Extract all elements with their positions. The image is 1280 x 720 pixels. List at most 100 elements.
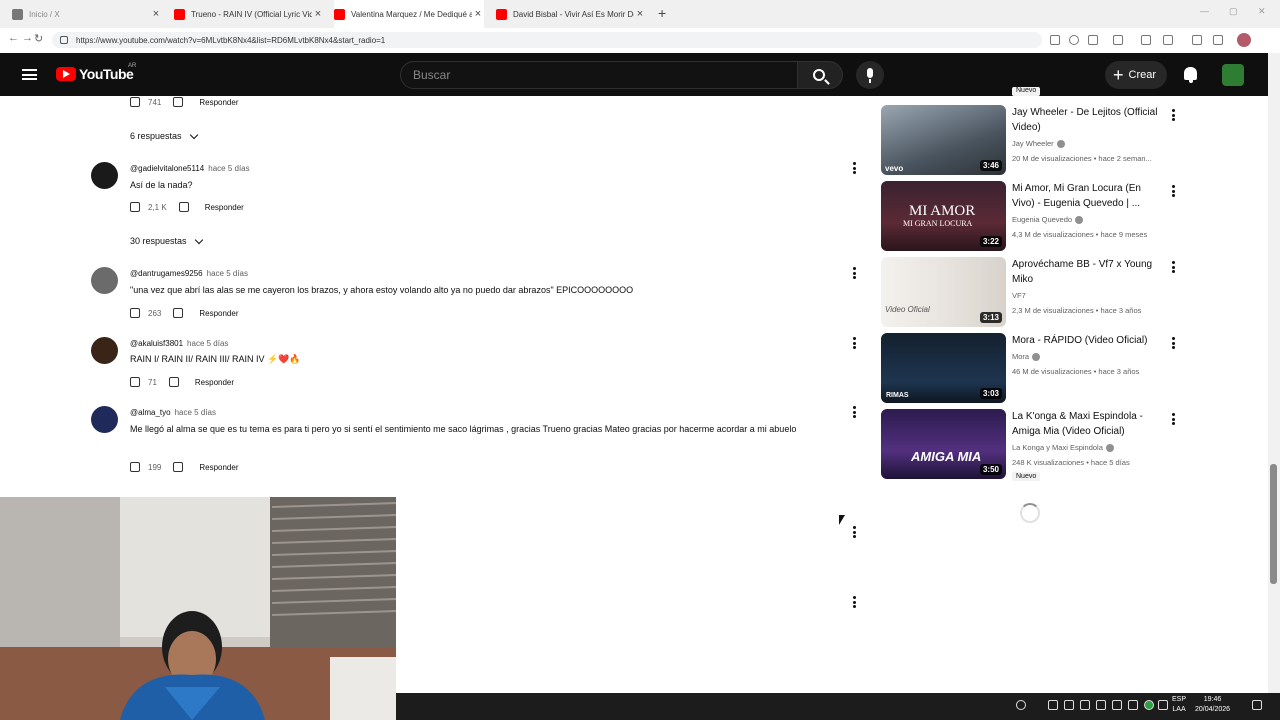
language-indicator[interactable]: ESP LAA <box>1172 695 1186 715</box>
network-icon[interactable] <box>1080 700 1090 710</box>
video-thumbnail[interactable]: RIMAS 3:03 <box>881 333 1006 403</box>
scrollbar-thumb[interactable] <box>1270 464 1277 584</box>
reload-icon[interactable]: ↻ <box>34 32 43 45</box>
channel-name[interactable]: Mora <box>1012 352 1029 361</box>
close-icon[interactable]: × <box>634 8 646 20</box>
site-info-icon[interactable] <box>60 36 68 44</box>
comment-author[interactable]: @gadielvitalone5114 <box>130 164 204 173</box>
close-icon[interactable]: × <box>312 8 324 20</box>
search-button[interactable] <box>797 61 843 89</box>
reply-button[interactable]: Responder <box>195 378 234 387</box>
dislike-icon[interactable] <box>168 377 179 387</box>
dislike-icon[interactable] <box>173 462 184 472</box>
like-icon[interactable] <box>130 97 140 107</box>
recommendation-item[interactable]: RIMAS 3:03 Mora - RÁPIDO (Video Oficial)… <box>881 333 1181 403</box>
like-icon[interactable] <box>130 462 140 472</box>
maximize-icon[interactable]: ▢ <box>1229 6 1238 17</box>
mic-tray-icon[interactable] <box>1112 700 1122 710</box>
video-title[interactable]: Mi Amor, Mi Gran Locura (En Vivo) - Euge… <box>1012 181 1160 211</box>
like-icon[interactable] <box>130 202 140 212</box>
video-title[interactable]: La K'onga & Maxi Espindola - Amiga Mia (… <box>1012 409 1160 439</box>
youtube-logo-text[interactable]: YouTube <box>79 66 134 82</box>
comment-author[interactable]: @akaluisf3801 <box>130 339 183 348</box>
tab-valentina[interactable]: Valentina Marquez / Me Dediqué a × <box>334 0 484 28</box>
menu-icon[interactable] <box>22 69 37 80</box>
recommendation-item[interactable]: AMIGA MIA 3:50 La K'onga & Maxi Espindol… <box>881 409 1181 481</box>
comment-menu-icon[interactable] <box>853 406 856 418</box>
video-thumbnail[interactable]: vevo 3:46 <box>881 105 1006 175</box>
avatar[interactable] <box>91 337 118 364</box>
video-menu-icon[interactable] <box>1172 261 1175 273</box>
refresh-extension-icon[interactable] <box>1113 35 1123 45</box>
video-title[interactable]: Mora - RÁPIDO (Video Oficial) <box>1012 333 1160 348</box>
window-close-icon[interactable]: ✕ <box>1258 6 1266 17</box>
volume-icon[interactable] <box>1064 700 1074 710</box>
create-button[interactable]: + Crear <box>1105 61 1167 89</box>
tab-trueno[interactable]: Trueno - RAIN IV (Official Lyric Vid × <box>174 0 324 28</box>
comment-menu-icon[interactable] <box>853 162 856 174</box>
tray-app-icon[interactable] <box>1016 700 1026 710</box>
page-scrollbar[interactable] <box>1268 53 1280 693</box>
bookmark-star-icon[interactable] <box>1088 35 1098 45</box>
comment-menu-icon[interactable] <box>853 596 856 608</box>
account-avatar[interactable] <box>1222 64 1244 86</box>
tray-app-icon[interactable] <box>1128 700 1138 710</box>
video-menu-icon[interactable] <box>1172 109 1175 121</box>
recommendation-item[interactable]: vevo 3:46 Jay Wheeler - De Lejitos (Offi… <box>881 105 1181 175</box>
back-icon[interactable]: ← <box>8 32 19 44</box>
video-title[interactable]: Jay Wheeler - De Lejitos (Official Video… <box>1012 105 1160 135</box>
replies-toggle[interactable]: 6 respuestas <box>130 130 198 141</box>
forward-icon[interactable]: → <box>22 32 33 44</box>
tab-x[interactable]: Inicio / X × <box>12 0 162 28</box>
minimize-icon[interactable]: — <box>1200 6 1209 16</box>
video-menu-icon[interactable] <box>1172 337 1175 349</box>
comment-author[interactable]: @alma_tyo <box>130 408 171 417</box>
notifications-icon[interactable] <box>1252 700 1262 710</box>
like-icon[interactable] <box>130 377 140 387</box>
recommendation-item[interactable]: MI AMOR MI GRAN LOCURA 3:22 Mi Amor, Mi … <box>881 181 1181 251</box>
download-icon[interactable] <box>1192 35 1202 45</box>
dislike-icon[interactable] <box>173 308 184 318</box>
new-tab-icon[interactable]: + <box>658 5 666 21</box>
replies-toggle[interactable]: 30 respuestas <box>130 235 203 246</box>
channel-name[interactable]: VF7 <box>1012 291 1026 300</box>
notifications-bell-icon[interactable] <box>1184 67 1197 83</box>
comment-author[interactable]: @dantrugames9256 <box>130 269 203 278</box>
video-thumbnail[interactable]: MI AMOR MI GRAN LOCURA 3:22 <box>881 181 1006 251</box>
display-icon[interactable] <box>1158 700 1168 710</box>
url-field[interactable]: https://www.youtube.com/watch?v=6MLvtbK8… <box>52 32 1042 48</box>
comment-menu-icon[interactable] <box>853 526 856 538</box>
video-menu-icon[interactable] <box>1172 413 1175 425</box>
avatar[interactable] <box>91 406 118 433</box>
profile-avatar[interactable] <box>1237 33 1251 47</box>
comment-time[interactable]: hace 5 días <box>207 269 248 278</box>
comment-time[interactable]: hace 5 días <box>208 164 249 173</box>
zoom-icon[interactable] <box>1069 35 1079 45</box>
reply-button[interactable]: Responder <box>199 309 238 318</box>
close-icon[interactable]: × <box>472 8 484 20</box>
channel-name[interactable]: Eugenia Quevedo <box>1012 215 1072 224</box>
extension-icon[interactable] <box>1141 35 1151 45</box>
comment-menu-icon[interactable] <box>853 267 856 279</box>
avatar[interactable] <box>91 267 118 294</box>
search-input[interactable]: Buscar <box>400 61 798 89</box>
dislike-icon[interactable] <box>178 202 189 212</box>
install-app-icon[interactable] <box>1050 35 1060 45</box>
channel-name[interactable]: La Konga y Maxi Espindola <box>1012 443 1103 452</box>
reply-button[interactable]: Responder <box>199 98 238 107</box>
video-thumbnail[interactable]: Video Oficial 3:13 <box>881 257 1006 327</box>
browser-essentials-icon[interactable] <box>1213 35 1223 45</box>
tab-bisbal[interactable]: David Bisbal - Vivir Así Es Morir De × <box>496 0 646 28</box>
battery-icon[interactable] <box>1096 700 1106 710</box>
favorites-icon[interactable] <box>1163 35 1173 45</box>
voice-search-icon[interactable] <box>856 61 884 89</box>
reply-button[interactable]: Responder <box>199 463 238 472</box>
send-icon[interactable] <box>1048 700 1058 710</box>
video-thumbnail[interactable]: AMIGA MIA 3:50 <box>881 409 1006 479</box>
reply-button[interactable]: Responder <box>205 203 244 212</box>
dislike-icon[interactable] <box>173 97 184 107</box>
video-menu-icon[interactable] <box>1172 185 1175 197</box>
recommendation-item[interactable]: Video Oficial 3:13 Aprovéchame BB - Vf7 … <box>881 257 1181 327</box>
taskbar-clock[interactable]: 19:46 20/04/2026 <box>1195 695 1230 715</box>
channel-name[interactable]: Jay Wheeler <box>1012 139 1054 148</box>
